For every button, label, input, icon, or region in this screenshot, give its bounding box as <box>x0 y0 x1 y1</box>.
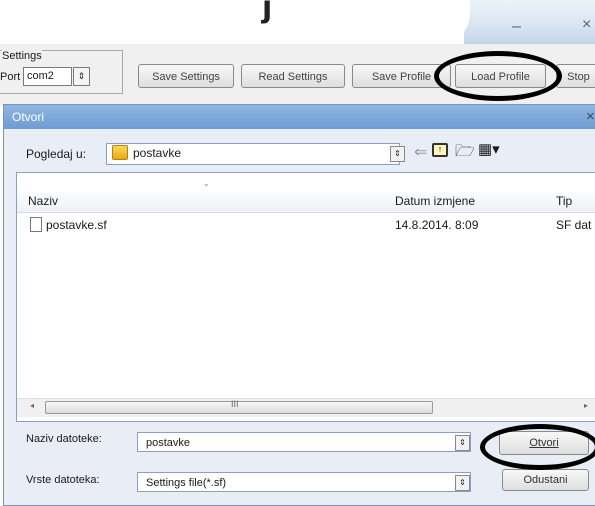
file-row-type: SF dat <box>556 218 592 232</box>
filename-input[interactable]: postavke <box>137 432 471 452</box>
new-folder-icon[interactable]: 🗁 <box>455 140 475 167</box>
look-in-value: postavke <box>133 146 182 160</box>
file-row-name[interactable]: postavke.sf <box>46 218 107 232</box>
scrollbar-grip-icon: III <box>231 399 239 409</box>
cancel-button[interactable]: Odustani <box>502 469 589 491</box>
file-icon[interactable] <box>30 217 42 232</box>
filetype-select[interactable]: Settings file(*.sf) <box>137 472 471 492</box>
scrollbar-thumb[interactable] <box>45 401 433 414</box>
scroll-right-icon[interactable]: ▸ <box>584 401 588 410</box>
column-header-name[interactable]: Naziv <box>28 194 58 208</box>
minimize-button[interactable]: – <box>512 18 521 36</box>
port-select[interactable]: com2 <box>23 67 72 86</box>
views-menu-icon[interactable]: ▦▾ <box>478 140 500 158</box>
title-bar-background <box>0 0 470 44</box>
filetype-label: Vrste datoteka: <box>26 474 100 486</box>
filename-label: Naziv datoteke: <box>26 433 102 445</box>
column-header-date[interactable]: Datum izmjene <box>395 194 475 208</box>
file-list-header <box>17 188 595 213</box>
look-in-label: Pogledaj u: <box>26 147 87 161</box>
dialog-title: Otvori <box>12 110 45 124</box>
folder-icon <box>112 145 128 160</box>
annotation-circle-open <box>480 424 595 470</box>
port-label: Port <box>0 71 21 83</box>
settings-group-label: Settings <box>2 50 42 62</box>
dialog-close-button[interactable]: × <box>586 108 595 125</box>
filename-dropdown-icon[interactable]: ⇕ <box>455 435 470 451</box>
file-row-date: 14.8.2014. 8:09 <box>395 218 479 232</box>
column-header-type[interactable]: Tip <box>556 194 572 208</box>
save-settings-button[interactable]: Save Settings <box>138 64 234 88</box>
port-spinner-icon[interactable]: ⇕ <box>73 67 90 86</box>
back-icon[interactable]: ⇐ <box>414 142 427 162</box>
filetype-dropdown-icon[interactable]: ⇕ <box>455 475 470 491</box>
app-close-button[interactable]: × <box>582 16 591 34</box>
sort-indicator-icon: ⌄ <box>203 179 210 188</box>
scroll-left-icon[interactable]: ◂ <box>30 401 34 410</box>
title-bar-background-fill <box>440 0 464 44</box>
up-folder-icon[interactable]: ↑ <box>432 143 448 157</box>
read-settings-button[interactable]: Read Settings <box>241 64 345 88</box>
look-in-dropdown-icon[interactable]: ⇕ <box>390 146 405 162</box>
dialog-title-bar <box>4 105 595 129</box>
annotation-circle-load-profile <box>434 51 562 101</box>
app-title-fragment: j <box>262 0 273 25</box>
